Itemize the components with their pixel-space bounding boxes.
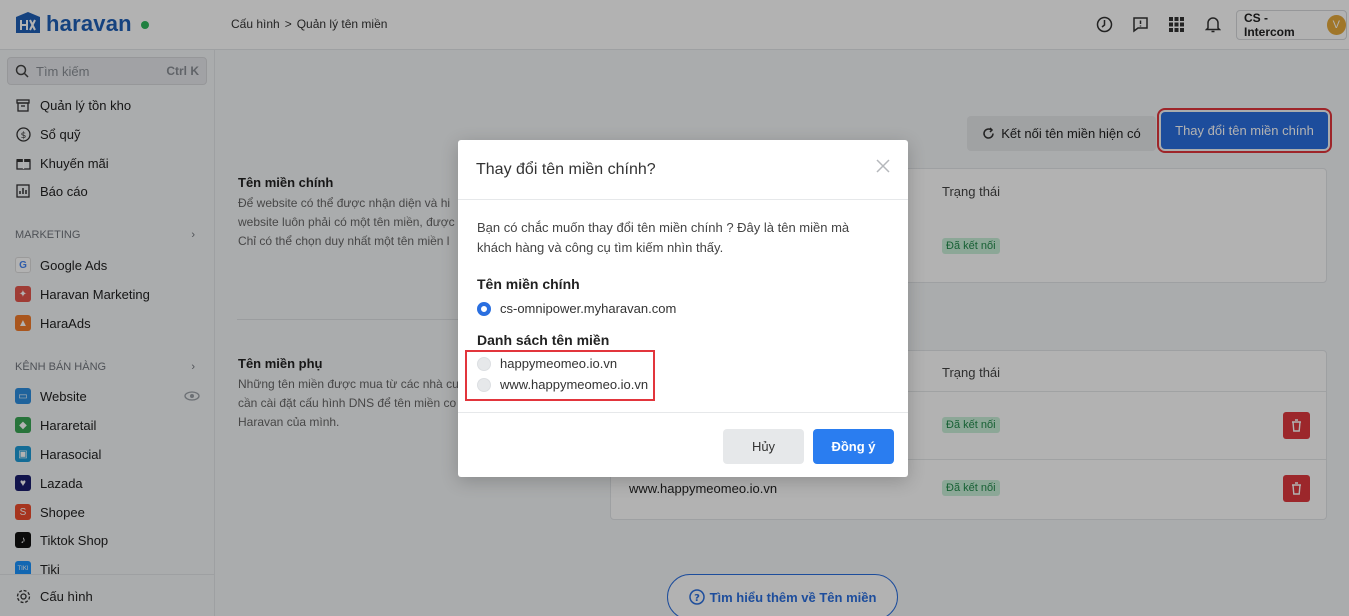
change-primary-domain-dialog: Thay đổi tên miền chính? Bạn có chắc muố… <box>458 140 908 477</box>
close-icon[interactable] <box>875 158 891 174</box>
option-label: cs-omnipower.myharavan.com <box>500 301 677 316</box>
dialog-message: Bạn có chắc muốn thay đổi tên miền chính… <box>477 220 850 255</box>
primary-domain-option[interactable]: cs-omnipower.myharavan.com <box>477 301 676 316</box>
confirm-label: Đồng ý <box>831 439 876 454</box>
dialog-header: Thay đổi tên miền chính? <box>458 140 908 200</box>
confirm-button[interactable]: Đồng ý <box>813 429 894 464</box>
primary-domain-label: Tên miền chính <box>477 276 580 292</box>
dialog-title: Thay đổi tên miền chính? <box>476 161 656 178</box>
radio-selected[interactable] <box>477 301 491 316</box>
dialog-footer: Hủy Đồng ý <box>458 412 908 477</box>
cancel-label: Hủy <box>751 439 776 454</box>
highlight-box <box>465 350 655 401</box>
domain-list-label: Danh sách tên miền <box>477 332 610 348</box>
cancel-button[interactable]: Hủy <box>723 429 804 464</box>
